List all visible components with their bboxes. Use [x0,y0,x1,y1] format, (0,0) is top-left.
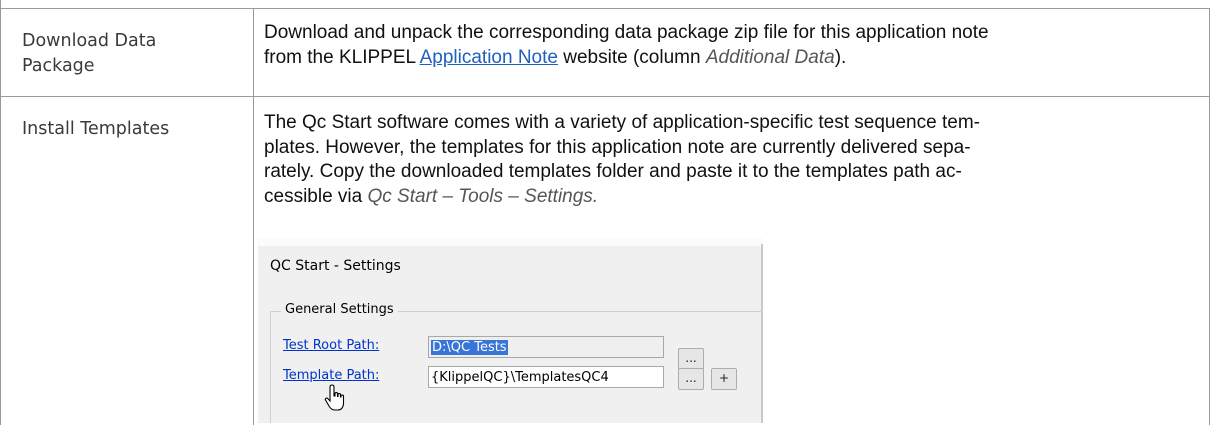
row-label-line-2: Package [22,56,95,76]
row-label-download: Download Data Package [22,29,242,79]
template-path-field[interactable]: {KlippelQC}\TemplatesQC4 [428,366,664,388]
content-line: from the KLIPPEL Application Note websit… [264,46,1192,71]
test-root-path-field[interactable]: D:\QC Tests [428,336,664,358]
table-left-border [0,0,1,425]
template-path-link[interactable]: Template Path: [283,368,379,383]
table-top-border [0,8,1210,9]
hand-pointer-icon [324,384,345,411]
settings-window-title: QC Start - Settings [270,258,401,274]
application-note-link[interactable]: Application Note [420,47,558,68]
text-span: cessible via [264,185,368,207]
content-line: cessible via Qc Start – Tools – Settings… [264,185,1192,210]
content-line: rately. Copy the downloaded templates fo… [264,161,962,182]
content-line: The Qc Start software comes with a varie… [264,112,980,133]
template-path-value: {KlippelQC}\TemplatesQC4 [431,370,609,385]
content-line: plates. However, the templates for this … [264,136,971,158]
test-root-path-link[interactable]: Test Root Path: [283,338,379,353]
row-divider [0,96,1210,97]
additional-data-emphasis: Additional Data [705,46,835,68]
content-line: Download and unpack the corresponding da… [264,22,989,43]
text-span: website (column [557,46,706,68]
template-add-button[interactable]: + [711,368,737,390]
row-content-install: The Qc Start software comes with a varie… [264,111,1192,209]
row-content-download: Download and unpack the corresponding da… [264,21,1192,70]
text-span: from the KLIPPEL [264,46,420,68]
general-settings-legend: General Settings [281,302,398,317]
menu-path-emphasis: Qc Start – Tools – Settings. [367,185,599,207]
test-root-browse-button[interactable]: ... [678,348,704,370]
settings-screenshot: QC Start - Settings General Settings Tes… [258,238,763,423]
test-root-path-value: D:\QC Tests [431,340,508,355]
document-page: Download Data Package Download and unpac… [0,0,1210,425]
screenshot-top-strip [258,238,763,246]
row-label-install: Install Templates [22,119,170,139]
row-label-line-1: Download Data [22,31,157,51]
template-browse-button[interactable]: ... [678,368,704,390]
column-divider [253,8,254,425]
text-span: ). [834,46,847,68]
